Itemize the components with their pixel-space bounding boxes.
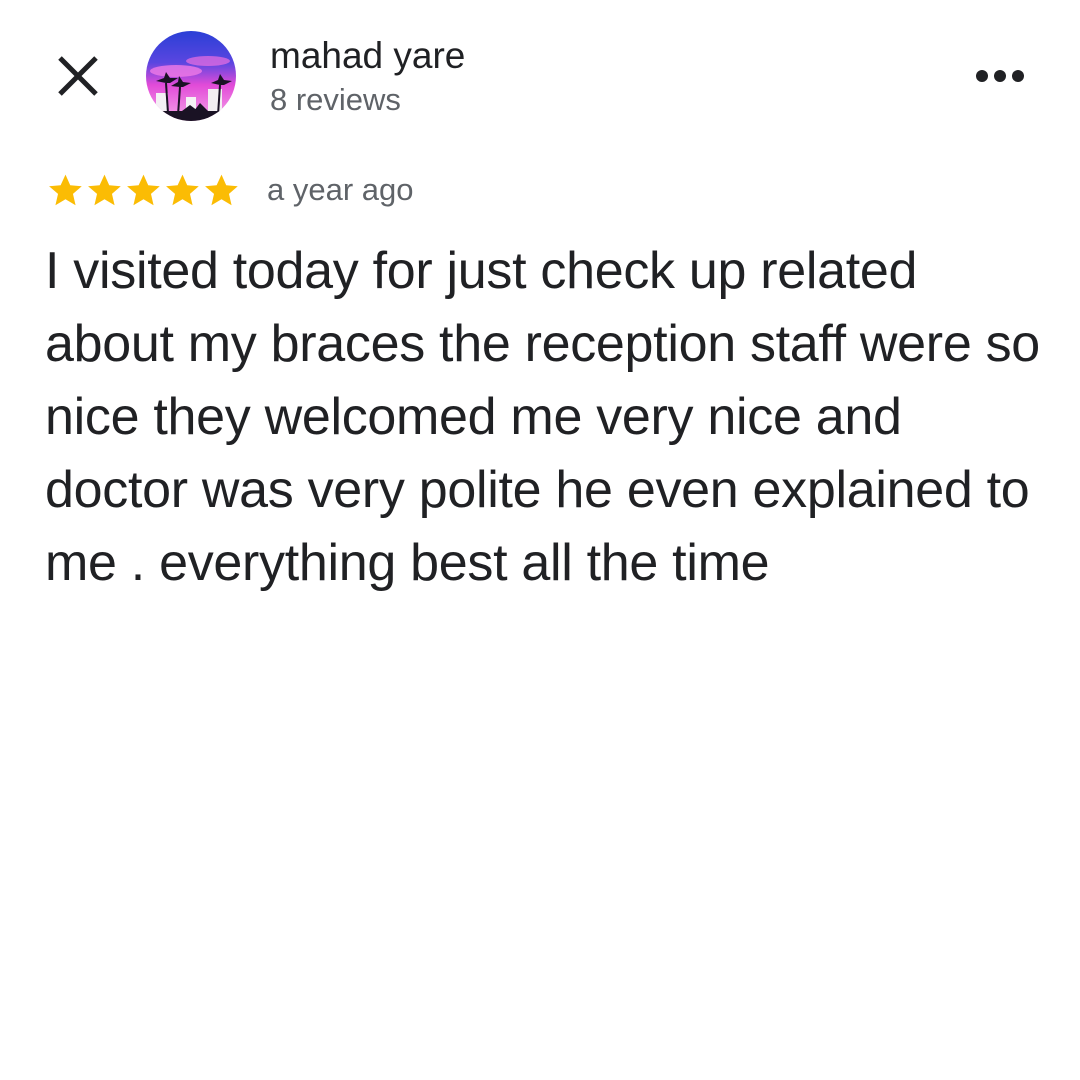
avatar[interactable] — [146, 31, 236, 121]
review-header: mahad yare 8 reviews — [0, 0, 1080, 150]
avatar-image — [146, 31, 236, 121]
star-icon — [127, 174, 160, 205]
review-text: I visited today for just check up relate… — [45, 242, 1040, 592]
review-count[interactable]: 8 reviews — [270, 80, 401, 120]
star-icon — [205, 174, 238, 205]
close-icon — [58, 56, 98, 96]
star-rating — [46, 171, 241, 210]
more-horizontal-icon — [976, 70, 1024, 82]
more-options-button[interactable] — [970, 56, 1030, 96]
star-icon — [166, 174, 199, 205]
close-button[interactable] — [50, 48, 106, 104]
star-icon — [88, 174, 121, 205]
reviewer-name[interactable]: mahad yare — [270, 34, 465, 78]
review-timestamp: a year ago — [267, 172, 414, 207]
star-icon — [49, 174, 82, 205]
rating-row: a year ago — [46, 168, 414, 212]
